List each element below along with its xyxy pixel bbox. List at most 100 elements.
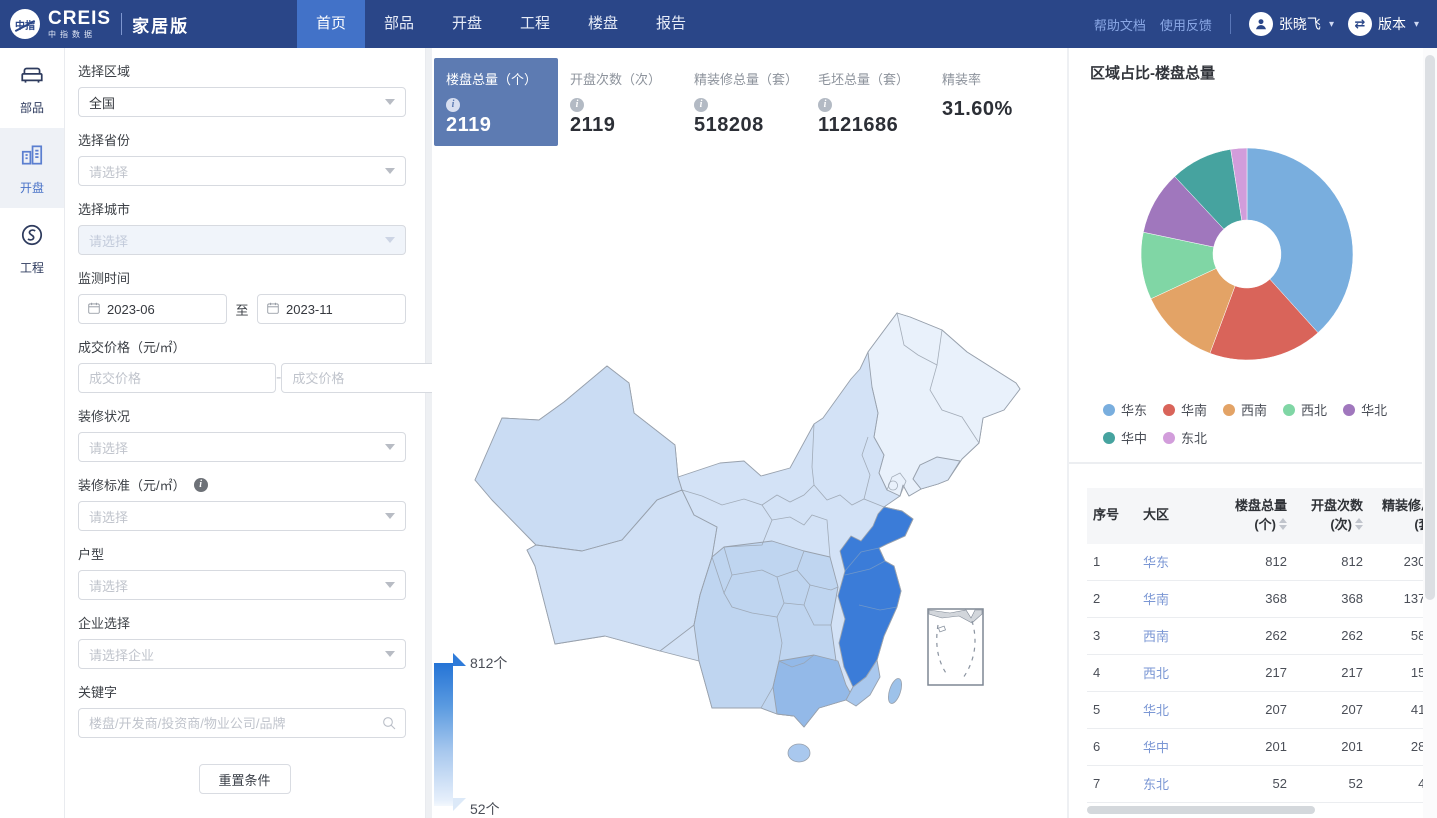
stat-card-1[interactable]: 开盘次数（次）i2119: [558, 58, 682, 146]
table-cell: 368: [1209, 580, 1291, 617]
sort-icon[interactable]: [1355, 518, 1363, 530]
top-navbar: 中指 CREIS 中指数据 家居版 首页部品开盘工程楼盘报告 帮助文档 使用反馈…: [0, 0, 1437, 48]
reset-filters-button[interactable]: 重置条件: [199, 764, 291, 794]
version-icon: ⇄: [1348, 12, 1372, 36]
table-cell: 207: [1209, 691, 1291, 728]
legend-item-东北[interactable]: 东北: [1163, 428, 1207, 447]
province-select[interactable]: 请选择: [78, 156, 406, 186]
city-select[interactable]: 请选择: [78, 225, 406, 255]
legend-item-华南[interactable]: 华南: [1163, 400, 1207, 419]
nav-tab-4[interactable]: 楼盘: [569, 0, 637, 48]
map-panel: 楼盘总量（个）i2119开盘次数（次）i2119精装修总量（套）i518208毛…: [432, 48, 1067, 818]
table-row: 1华东812812230868: [1087, 544, 1437, 581]
info-icon[interactable]: i: [818, 98, 832, 112]
region-link[interactable]: 华北: [1139, 691, 1209, 728]
region-link[interactable]: 西北: [1139, 654, 1209, 691]
unit-type-label: 户型: [78, 544, 425, 563]
region-donut-chart[interactable]: [1069, 88, 1425, 394]
region-link[interactable]: 华东: [1139, 544, 1209, 581]
info-icon[interactable]: i: [694, 98, 708, 112]
user-menu[interactable]: 张晓飞 ▾: [1249, 12, 1334, 36]
region-summary-panel: 区域占比-楼盘总量 华东华南西南西北华北华中东北 序号大区楼盘总量(个)开盘次数…: [1069, 48, 1437, 818]
table-cell: 812: [1291, 544, 1367, 581]
region-link[interactable]: 东北: [1139, 765, 1209, 802]
table-header-2[interactable]: 楼盘总量(个): [1209, 488, 1291, 544]
donut-legend: 华东华南西南西北华北华中东北: [1103, 400, 1403, 447]
calendar-icon: [87, 301, 101, 318]
logo-divider: [121, 13, 122, 35]
keyword-search-input[interactable]: [78, 708, 406, 738]
region-link[interactable]: 华中: [1139, 728, 1209, 765]
legend-item-西北[interactable]: 西北: [1283, 400, 1327, 419]
logo-creis: CREIS: [48, 9, 111, 28]
stat-card-4[interactable]: 精装率31.60%: [930, 58, 1054, 146]
logo[interactable]: 中指 CREIS 中指数据 家居版: [0, 9, 297, 39]
sidebar-item-0[interactable]: 部品: [0, 48, 64, 128]
table-cell: 2: [1087, 580, 1139, 617]
legend-item-西南[interactable]: 西南: [1223, 400, 1267, 419]
date-from-input[interactable]: 2023-06: [78, 294, 227, 324]
map-region-hainan: [788, 744, 810, 762]
date-separator: 至: [227, 300, 257, 319]
date-to-input[interactable]: 2023-11: [257, 294, 406, 324]
table-cell: 1: [1087, 544, 1139, 581]
feedback-link[interactable]: 使用反馈: [1160, 15, 1212, 34]
table-cell: 217: [1291, 654, 1367, 691]
info-icon[interactable]: i: [446, 98, 460, 112]
sort-icon[interactable]: [1279, 518, 1287, 530]
nav-tab-5[interactable]: 报告: [637, 0, 705, 48]
nav-tab-2[interactable]: 开盘: [433, 0, 501, 48]
stat-card-3[interactable]: 毛坯总量（套）i1121686: [806, 58, 930, 146]
version-label: 版本: [1378, 14, 1406, 34]
info-icon[interactable]: i: [570, 98, 584, 112]
table-cell: 207: [1291, 691, 1367, 728]
legend-item-华北[interactable]: 华北: [1343, 400, 1387, 419]
legend-dot: [1343, 404, 1355, 416]
app-root: 中指 CREIS 中指数据 家居版 首页部品开盘工程楼盘报告 帮助文档 使用反馈…: [0, 0, 1437, 818]
table-cell: 6: [1087, 728, 1139, 765]
search-icon[interactable]: [381, 715, 397, 731]
filter-panel: 选择区域 全国 选择省份 请选择 选择城市 请选择 监测时间 2023-06: [64, 48, 426, 818]
decoration-standard-select[interactable]: 请选择: [78, 501, 406, 531]
vertical-scrollbar[interactable]: [1425, 55, 1435, 600]
stat-label: 楼盘总量（个）: [446, 69, 546, 88]
nav-tab-1[interactable]: 部品: [365, 0, 433, 48]
chevron-down-icon: [385, 651, 395, 657]
sidebar-item-1[interactable]: 开盘: [0, 128, 64, 208]
decoration-status-select[interactable]: 请选择: [78, 432, 406, 462]
decoration-status-label: 装修状况: [78, 406, 425, 425]
region-link[interactable]: 西南: [1139, 617, 1209, 654]
unit-type-select[interactable]: 请选择: [78, 570, 406, 600]
chevron-down-icon: ▾: [1329, 19, 1334, 30]
company-label: 企业选择: [78, 613, 425, 632]
sidebar-item-2[interactable]: 工程: [0, 208, 64, 288]
legend-item-华东[interactable]: 华东: [1103, 400, 1147, 419]
nav-tab-0[interactable]: 首页: [297, 0, 365, 48]
scale-gradient-bar: [434, 663, 453, 806]
map-scale-legend[interactable]: 812个 52个: [434, 653, 564, 813]
region-link[interactable]: 华南: [1139, 580, 1209, 617]
table-row: 3西南26226258694: [1087, 617, 1437, 654]
region-select[interactable]: 全国: [78, 87, 406, 117]
stat-card-2[interactable]: 精装修总量（套）i518208: [682, 58, 806, 146]
table-cell: 262: [1209, 617, 1291, 654]
horizontal-scrollbar[interactable]: [1087, 806, 1315, 814]
main-nav-tabs: 首页部品开盘工程楼盘报告: [297, 0, 705, 48]
table-row: 2华南368368137768: [1087, 580, 1437, 617]
chevron-down-icon: [385, 582, 395, 588]
chevron-down-icon: [385, 168, 395, 174]
nav-tab-3[interactable]: 工程: [501, 0, 569, 48]
info-icon[interactable]: i: [194, 478, 208, 492]
table-cell: 217: [1209, 654, 1291, 691]
price-min-input[interactable]: [78, 363, 276, 393]
avatar: [1249, 12, 1273, 36]
company-select[interactable]: 请选择企业: [78, 639, 406, 669]
stat-card-0[interactable]: 楼盘总量（个）i2119: [434, 58, 558, 146]
table-cell: 201: [1291, 728, 1367, 765]
chevron-down-icon: [385, 237, 395, 243]
table-header-3[interactable]: 开盘次数(次): [1291, 488, 1367, 544]
help-docs-link[interactable]: 帮助文档: [1094, 15, 1146, 34]
version-menu[interactable]: ⇄ 版本 ▾: [1348, 12, 1419, 36]
legend-item-华中[interactable]: 华中: [1103, 428, 1147, 447]
south-china-sea-inset: [928, 609, 983, 685]
